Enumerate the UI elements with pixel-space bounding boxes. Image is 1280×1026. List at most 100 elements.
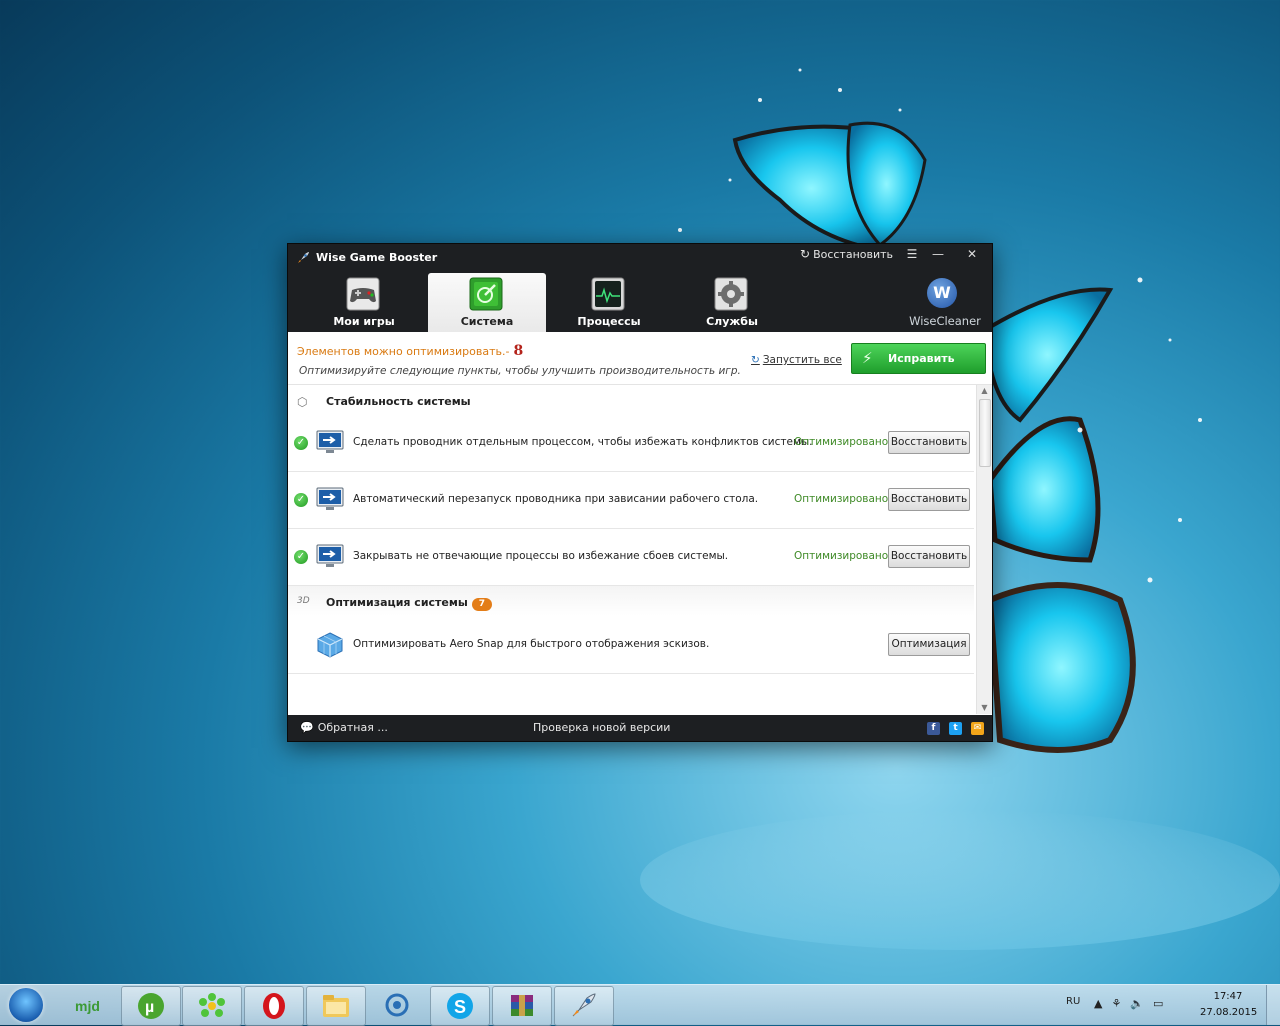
menu-button[interactable]: ☰ <box>900 244 924 264</box>
taskbar-app-qip[interactable] <box>368 986 426 1024</box>
taskbar-app-mjd[interactable]: mjd <box>60 986 118 1024</box>
tab-system[interactable]: Система <box>428 273 546 332</box>
section-header: 3D Оптимизация системы 7 <box>288 590 976 616</box>
restore-button[interactable]: Восстановить <box>888 545 970 568</box>
minimize-button[interactable]: — <box>926 244 950 264</box>
taskbar-app-wise-game-booster[interactable] <box>554 986 614 1026</box>
check-update-link[interactable]: Проверка новой версии <box>533 721 670 734</box>
fix-label: Исправить <box>888 352 955 365</box>
opera-icon <box>263 993 285 1019</box>
section-title: Оптимизация системы 7 <box>326 596 492 611</box>
clock-date[interactable]: 27.08.2015 <box>1200 1007 1257 1018</box>
taskbar-app-utorrent[interactable]: µ <box>121 986 181 1026</box>
taskbar-app-explorer[interactable] <box>306 986 366 1026</box>
taskbar-app-opera[interactable] <box>244 986 304 1026</box>
wisecleaner-logo-icon: W <box>927 278 957 308</box>
fix-button[interactable]: ⚡ Исправить <box>851 343 986 374</box>
section-header: ⬡ Стабильность системы <box>288 389 976 415</box>
status-badge: Оптимизировано <box>794 436 889 448</box>
scroll-down-icon[interactable]: ▼ <box>977 702 992 714</box>
vertical-scrollbar[interactable]: ▲ ▼ <box>976 385 992 714</box>
item-text: Сделать проводник отдельным процессом, ч… <box>353 436 813 448</box>
section-title-text: Оптимизация системы <box>326 596 468 609</box>
cube-icon: ⬡ <box>297 395 308 409</box>
window-footer: 💬 Обратная ... Проверка новой версии f t… <box>288 715 992 741</box>
qip-icon <box>385 993 409 1017</box>
twitter-icon[interactable]: t <box>949 722 962 735</box>
restore-button[interactable]: Восстановить <box>888 488 970 511</box>
main-nav: Мои игры Система Процессы Службы W WiseC… <box>288 272 992 332</box>
wise-game-booster-icon <box>572 993 596 1017</box>
list-item: ✓ Автоматический перезапуск проводника п… <box>288 472 974 529</box>
system-tray: ▲ ⚘ 🔈 ▭ <box>1094 997 1163 1010</box>
status-badge: Оптимизировано <box>794 493 889 505</box>
system-panel: Элементов можно оптимизировать.- 8 Оптими… <box>288 332 992 715</box>
list-item: Оптимизировать Aero Snap для быстрого от… <box>288 617 974 674</box>
taskbar-app-winrar[interactable] <box>492 986 552 1026</box>
3d-icon: 3D <box>297 596 310 606</box>
title-bar[interactable]: Wise Game Booster ↻ Восстановить ☰ — ✕ <box>288 244 992 272</box>
monitor-arrow-icon <box>316 487 344 510</box>
close-icon: ✕ <box>966 247 978 261</box>
taskbar-app-icq[interactable] <box>182 986 242 1026</box>
heartbeat-monitor-icon <box>591 277 625 311</box>
language-indicator[interactable]: RU <box>1066 996 1080 1007</box>
icq-icon <box>199 993 225 1017</box>
feedback-label: Обратная ... <box>317 721 388 734</box>
system-optimize-icon <box>469 277 503 311</box>
windows-logo-icon <box>9 988 43 1022</box>
tab-services[interactable]: Службы <box>673 273 791 332</box>
refresh-icon: ↻ <box>751 354 760 366</box>
tab-processes[interactable]: Процессы <box>550 273 668 332</box>
cube-blocks-icon <box>317 632 343 658</box>
minimize-icon: — <box>932 247 944 261</box>
show-hidden-icons-icon[interactable]: ▲ <box>1094 997 1102 1010</box>
check-icon: ✓ <box>294 550 308 564</box>
svg-text:S: S <box>454 997 466 1017</box>
optimization-list: ⬡ Стабильность системы ✓ Сделать проводн… <box>288 385 976 714</box>
start-button[interactable] <box>3 986 49 1024</box>
check-icon: ✓ <box>294 436 308 450</box>
close-button[interactable]: ✕ <box>960 244 984 264</box>
tab-my-games[interactable]: Мои игры <box>305 273 423 332</box>
restore-button[interactable]: Восстановить <box>888 431 970 454</box>
item-text: Автоматический перезапуск проводника при… <box>353 493 759 505</box>
run-all-label: Запустить все <box>762 354 842 366</box>
gear-icon <box>714 277 748 311</box>
explorer-folder-icon <box>323 995 349 1017</box>
show-desktop-button[interactable] <box>1266 985 1280 1025</box>
network-icon[interactable]: ▭ <box>1153 997 1163 1010</box>
optimizable-count: Элементов можно оптимизировать.- 8 <box>297 343 523 359</box>
scroll-thumb[interactable] <box>979 399 991 467</box>
monitor-arrow-icon <box>316 544 344 567</box>
svg-text:mjd: mjd <box>75 998 100 1014</box>
wisecleaner-label: WiseCleaner <box>909 314 981 328</box>
taskbar-app-skype[interactable]: S <box>430 986 490 1026</box>
count-value: 8 <box>513 343 524 359</box>
restore-label: Восстановить <box>813 247 894 261</box>
speech-bubble-icon: 💬 <box>300 721 314 734</box>
utorrent-icon: µ <box>138 993 164 1019</box>
monitor-arrow-icon <box>316 430 344 453</box>
window-title: Wise Game Booster <box>316 251 438 264</box>
wisecleaner-link[interactable]: W WiseCleaner <box>900 278 990 330</box>
svg-text:µ: µ <box>145 999 154 1016</box>
facebook-icon[interactable]: f <box>927 722 940 735</box>
count-badge: 7 <box>471 598 492 611</box>
volume-icon[interactable]: 🔈 <box>1130 997 1144 1010</box>
email-icon[interactable]: ✉ <box>971 722 984 735</box>
header-hint: Оптимизируйте следующие пункты, чтобы ул… <box>299 365 741 377</box>
run-all-link[interactable]: ↻ Запустить все <box>751 354 842 366</box>
scroll-up-icon[interactable]: ▲ <box>977 385 992 397</box>
optimize-button[interactable]: Оптимизация <box>888 633 970 656</box>
check-icon: ✓ <box>294 493 308 507</box>
status-badge: Оптимизировано <box>794 550 889 562</box>
restore-link[interactable]: ↻ Восстановить <box>800 247 893 261</box>
tab-label: Процессы <box>577 315 641 328</box>
clock-time[interactable]: 17:47 <box>1200 991 1256 1002</box>
restore-icon: ↻ <box>800 247 811 261</box>
section-title: Стабильность системы <box>326 395 471 408</box>
tray-app-icon[interactable]: ⚘ <box>1111 997 1121 1010</box>
feedback-link[interactable]: 💬 Обратная ... <box>300 721 388 734</box>
tab-label: Службы <box>706 315 758 328</box>
